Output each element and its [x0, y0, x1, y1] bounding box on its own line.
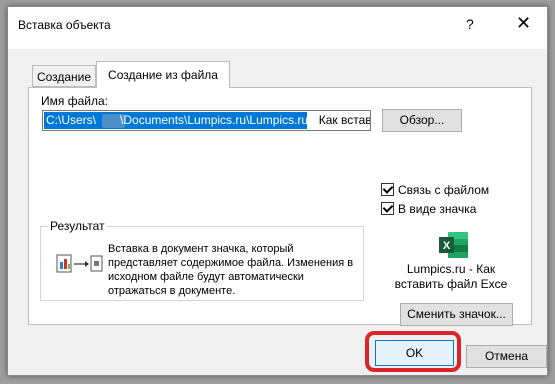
svg-text:X: X	[443, 240, 451, 252]
result-description: Вставка в документ значка, который предс…	[108, 243, 354, 297]
help-button[interactable]: ?	[466, 16, 474, 32]
excel-file-icon: X	[439, 231, 469, 262]
icon-caption: Lumpics.ru - Как вставить файл Exce	[381, 262, 521, 292]
icon-caption-line1: Lumpics.ru - Как	[406, 262, 496, 276]
close-button[interactable]: ✕	[516, 13, 531, 34]
display-as-icon-label: В виде значка	[398, 202, 477, 216]
change-icon-button[interactable]: Сменить значок...	[400, 303, 513, 326]
title-bar: Вставка объекта ? ✕	[8, 7, 547, 49]
ok-button[interactable]: OK	[375, 340, 454, 366]
file-name-label: Имя файла:	[41, 94, 108, 108]
file-path-input[interactable]: C:\Users\ \Documents\Lumpics.ru\Lumpics.r…	[42, 110, 371, 131]
result-legend: Результат	[48, 219, 107, 233]
icon-caption-line2: вставить файл Exce	[394, 277, 508, 291]
file-path-text: C:\Users\ \Documents\Lumpics.ru\Lumpics.r…	[46, 113, 371, 127]
embedded-icon-diagram-icon	[56, 253, 104, 278]
insert-object-dialog: Вставка объекта ? ✕ Создание Создание из…	[7, 6, 548, 376]
checkbox-checked-icon	[381, 183, 394, 196]
display-as-icon-checkbox[interactable]: В виде значка	[381, 202, 476, 216]
dialog-title: Вставка объекта	[18, 18, 111, 32]
cancel-button[interactable]: Отмена	[466, 345, 547, 368]
link-to-file-checkbox[interactable]: Связь с файлом	[381, 183, 489, 197]
tab-create-from-file[interactable]: Создание из файла	[96, 61, 230, 88]
tab-create-new[interactable]: Создание	[32, 65, 96, 87]
tab-panel: Имя файла: C:\Users\ \Documents\Lumpics.r…	[28, 87, 532, 326]
link-to-file-label: Связь с файлом	[398, 183, 490, 197]
checkbox-checked-icon	[381, 202, 394, 215]
browse-button[interactable]: Обзор...	[382, 109, 462, 132]
result-group: Результат Вставка в документ значка, кот…	[40, 219, 364, 301]
